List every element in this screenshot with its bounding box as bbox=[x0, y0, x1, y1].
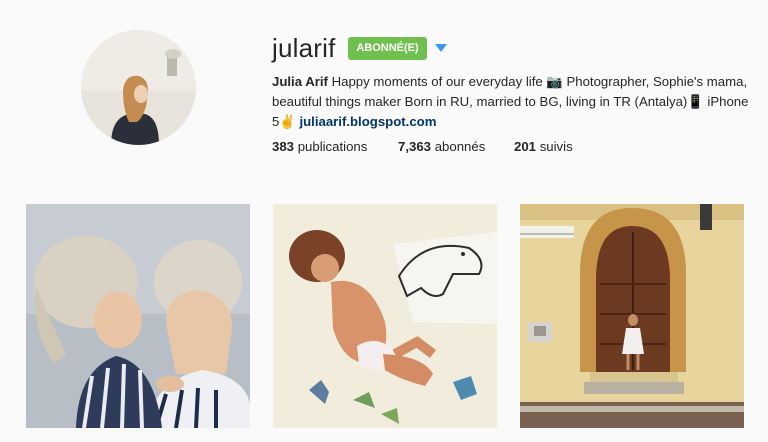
post-thumbnail[interactable] bbox=[520, 204, 744, 428]
website-link[interactable]: juliaarif.blogspot.com bbox=[299, 114, 436, 129]
followers-count[interactable]: 7,363 abonnés bbox=[398, 139, 485, 154]
posts-label: publications bbox=[297, 139, 368, 154]
post-thumbnail[interactable] bbox=[273, 204, 497, 428]
following-number: 201 bbox=[514, 139, 537, 154]
post-thumbnail[interactable] bbox=[26, 204, 250, 428]
followers-label: abonnés bbox=[434, 139, 486, 154]
username: jularif bbox=[272, 33, 336, 63]
following-button[interactable]: ABONNÉ(E) bbox=[348, 37, 427, 60]
followers-number: 7,363 bbox=[398, 139, 432, 154]
posts-count: 383 publications bbox=[272, 139, 367, 154]
profile-bio: Julia Arif Happy moments of our everyday… bbox=[272, 72, 752, 132]
following-count[interactable]: 201 suivis bbox=[514, 139, 573, 154]
chevron-down-icon[interactable] bbox=[435, 44, 447, 52]
full-name: Julia Arif bbox=[272, 74, 328, 89]
posts-number: 383 bbox=[272, 139, 295, 154]
profile-avatar[interactable] bbox=[81, 30, 196, 145]
following-label: suivis bbox=[539, 139, 573, 154]
